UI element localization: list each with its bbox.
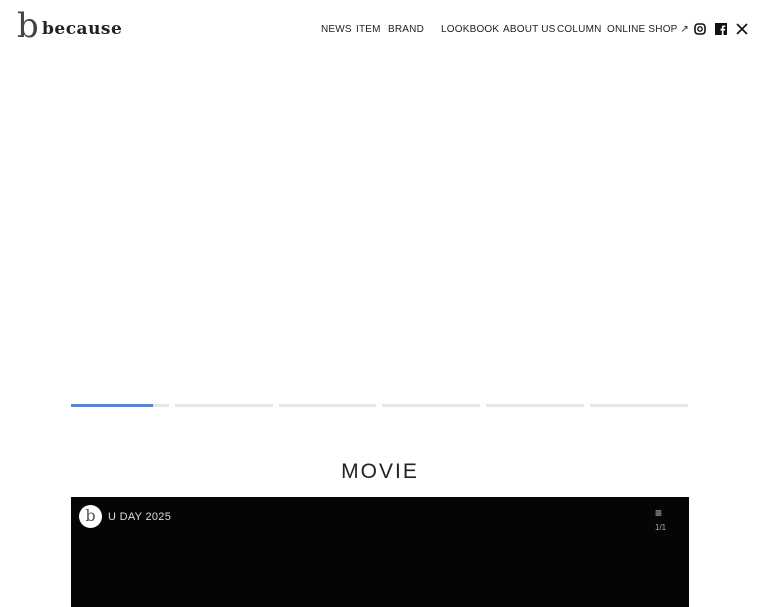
nav-lookbook[interactable]: LOOKBOOK — [441, 24, 499, 35]
slide-indicator[interactable] — [278, 404, 377, 407]
nav-item[interactable]: ITEM — [356, 24, 381, 35]
video-title[interactable]: U DAY 2025 — [108, 511, 171, 523]
video-player[interactable]: b U DAY 2025 ≡ 1/1 — [71, 497, 689, 607]
logo-mark: b — [17, 6, 39, 46]
nav-online-shop[interactable]: ONLINE SHOP ↗ — [607, 24, 689, 35]
slide-progress-fill — [71, 404, 154, 407]
external-link-icon: ↗ — [680, 24, 689, 35]
nav-online-shop-label: ONLINE SHOP — [607, 24, 678, 35]
facebook-icon[interactable] — [714, 22, 727, 35]
slider-pagination — [71, 404, 688, 407]
slide-indicator[interactable] — [174, 404, 273, 407]
logo[interactable]: b because — [17, 6, 123, 46]
movie-heading: MOVIE — [341, 460, 419, 483]
slide-indicator[interactable] — [71, 404, 169, 407]
nav-column[interactable]: COLUMN — [557, 24, 602, 35]
slide-indicator[interactable] — [486, 404, 585, 407]
nav-about-us[interactable]: ABOUT US — [503, 24, 556, 35]
nav-news[interactable]: NEWS — [321, 24, 352, 35]
playlist-count: 1/1 — [655, 523, 667, 532]
nav-brand[interactable]: BRAND — [388, 24, 424, 35]
playlist-icon[interactable]: ≡ — [655, 506, 662, 520]
channel-avatar[interactable]: b — [79, 505, 102, 528]
x-icon[interactable] — [735, 22, 748, 35]
slide-indicator[interactable] — [590, 404, 688, 407]
slide-indicator[interactable] — [382, 404, 481, 407]
logo-text: because — [42, 19, 123, 39]
instagram-icon[interactable] — [693, 22, 706, 35]
